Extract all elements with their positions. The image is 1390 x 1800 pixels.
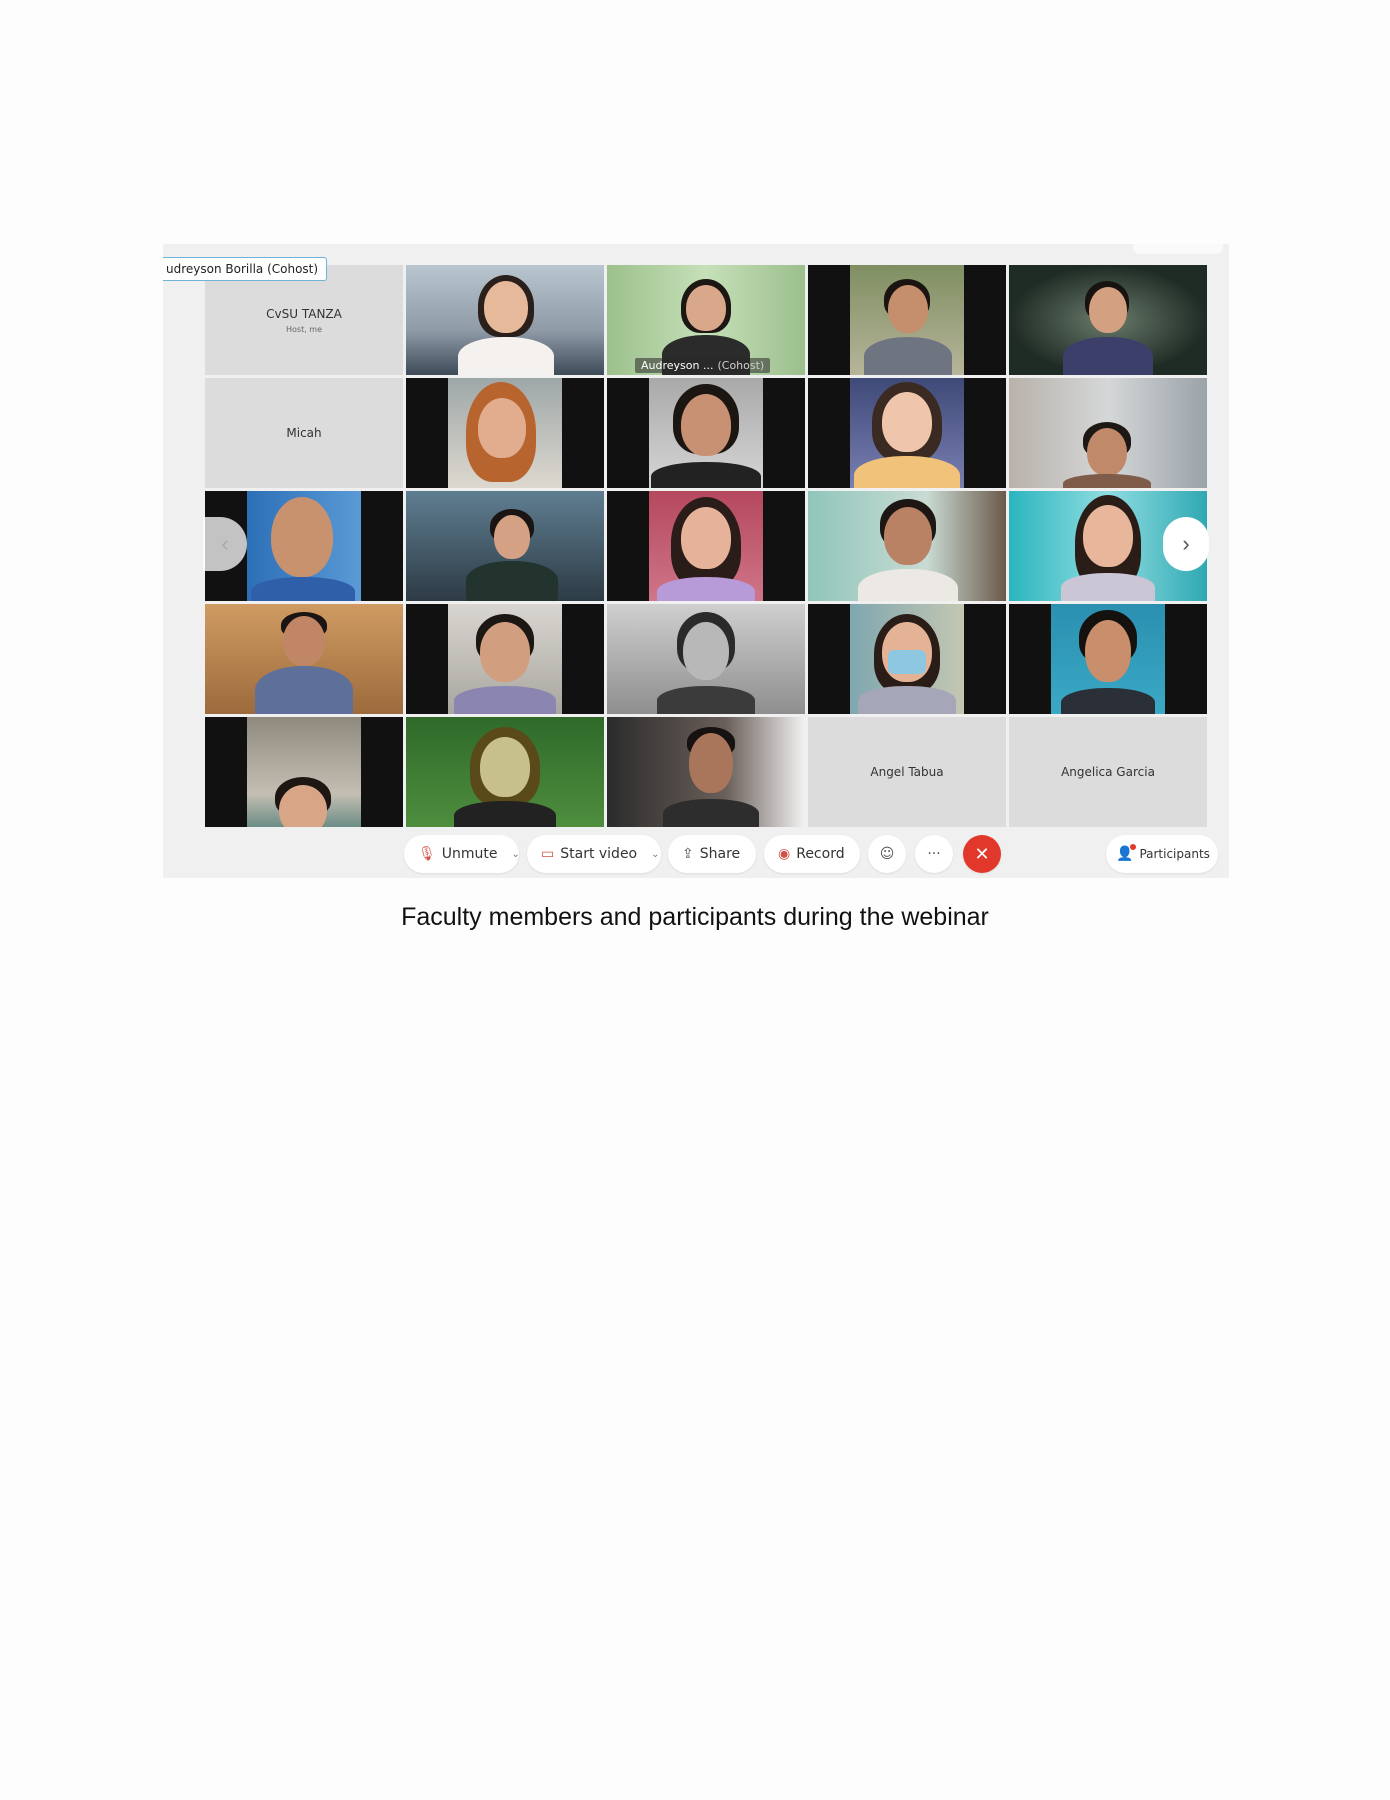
video-tile[interactable] [808, 265, 1006, 375]
video-tile[interactable] [607, 604, 805, 714]
video-tile[interactable] [406, 378, 604, 488]
video-tile[interactable] [406, 717, 604, 827]
participants-icon: 👤 [1116, 844, 1137, 862]
video-tile[interactable] [205, 717, 403, 827]
video-tile[interactable] [406, 265, 604, 375]
video-tile[interactable] [607, 491, 805, 601]
video-tile-cohost[interactable]: Audreyson ... (Cohost) [607, 265, 805, 375]
more-icon: ··· [927, 846, 941, 862]
leave-meeting-button[interactable]: ✕ [963, 835, 1001, 873]
reactions-button[interactable]: ☺ [868, 835, 906, 873]
video-tile[interactable] [808, 491, 1006, 601]
cohost-role: (Cohost) [717, 359, 765, 372]
record-button[interactable]: ◉ Record [764, 835, 860, 873]
video-tile-micah[interactable]: Micah [205, 378, 403, 488]
video-tile[interactable] [406, 491, 604, 601]
tile-subtitle: Host, me [285, 324, 322, 334]
tile-name: Angelica Garcia [1061, 765, 1155, 779]
notification-dot [1130, 844, 1137, 850]
face-mask [888, 650, 926, 674]
cohost-label: Audreyson ... (Cohost) [635, 358, 771, 373]
video-grid: CvSU TANZA Host, me Audreyson ... (Cohost… [205, 265, 1207, 827]
share-label: Share [699, 846, 741, 862]
smiley-icon: ☺ [879, 846, 895, 862]
video-tile[interactable] [607, 378, 805, 488]
video-tile[interactable] [808, 604, 1006, 714]
unmute-button[interactable]: 🎙 Unmute ⌄ [404, 835, 520, 873]
tile-name: CvSU TANZA [266, 306, 342, 321]
chevron-down-icon: ⌄ [651, 848, 660, 860]
video-tile-host[interactable]: CvSU TANZA Host, me [205, 265, 403, 375]
start-video-label: Start video [560, 846, 638, 862]
active-speaker-label: udreyson Borilla (Cohost) [163, 257, 328, 281]
start-video-button[interactable]: ▭ Start video ⌄ [527, 835, 661, 873]
chevron-right-icon: › [1182, 531, 1190, 556]
video-tile[interactable] [205, 604, 403, 714]
video-tile-angel-tabua[interactable]: Angel Tabua [808, 717, 1006, 827]
meeting-toolbar: 🎙 Unmute ⌄ ▭ Start video ⌄ ⇪ Share ◉ Rec… [163, 835, 1229, 875]
microphone-muted-icon: 🎙 [418, 846, 436, 862]
unmute-label: Unmute [441, 846, 498, 862]
share-icon: ⇪ [682, 846, 694, 862]
video-tile[interactable] [1009, 378, 1207, 488]
record-label: Record [796, 846, 845, 862]
record-icon: ◉ [778, 846, 791, 862]
chevron-left-icon: ‹ [221, 531, 229, 556]
next-page-button[interactable]: › [1163, 517, 1209, 571]
participants-button[interactable]: 👤 Participants [1106, 835, 1218, 873]
meeting-screenshot: CvSU TANZA Host, me Audreyson ... (Cohost… [163, 244, 1229, 878]
participants-label: Participants [1139, 847, 1210, 861]
cohost-name: Audreyson ... [641, 359, 714, 372]
video-tile-angelica-garcia[interactable]: Angelica Garcia [1009, 717, 1207, 827]
window-controls [1133, 244, 1223, 254]
share-button[interactable]: ⇪ Share [668, 835, 756, 873]
more-options-button[interactable]: ··· [915, 835, 953, 873]
chevron-down-icon: ⌄ [511, 848, 520, 860]
camera-off-icon: ▭ [541, 846, 555, 862]
video-tile[interactable] [406, 604, 604, 714]
close-icon: ✕ [974, 843, 990, 865]
tile-name: Micah [286, 426, 322, 440]
video-tile[interactable] [1009, 265, 1207, 375]
video-tile[interactable] [1009, 604, 1207, 714]
video-tile[interactable] [607, 717, 805, 827]
video-tile[interactable] [808, 378, 1006, 488]
figure-caption: Faculty members and participants during … [401, 903, 989, 931]
tile-name: Angel Tabua [870, 765, 944, 779]
